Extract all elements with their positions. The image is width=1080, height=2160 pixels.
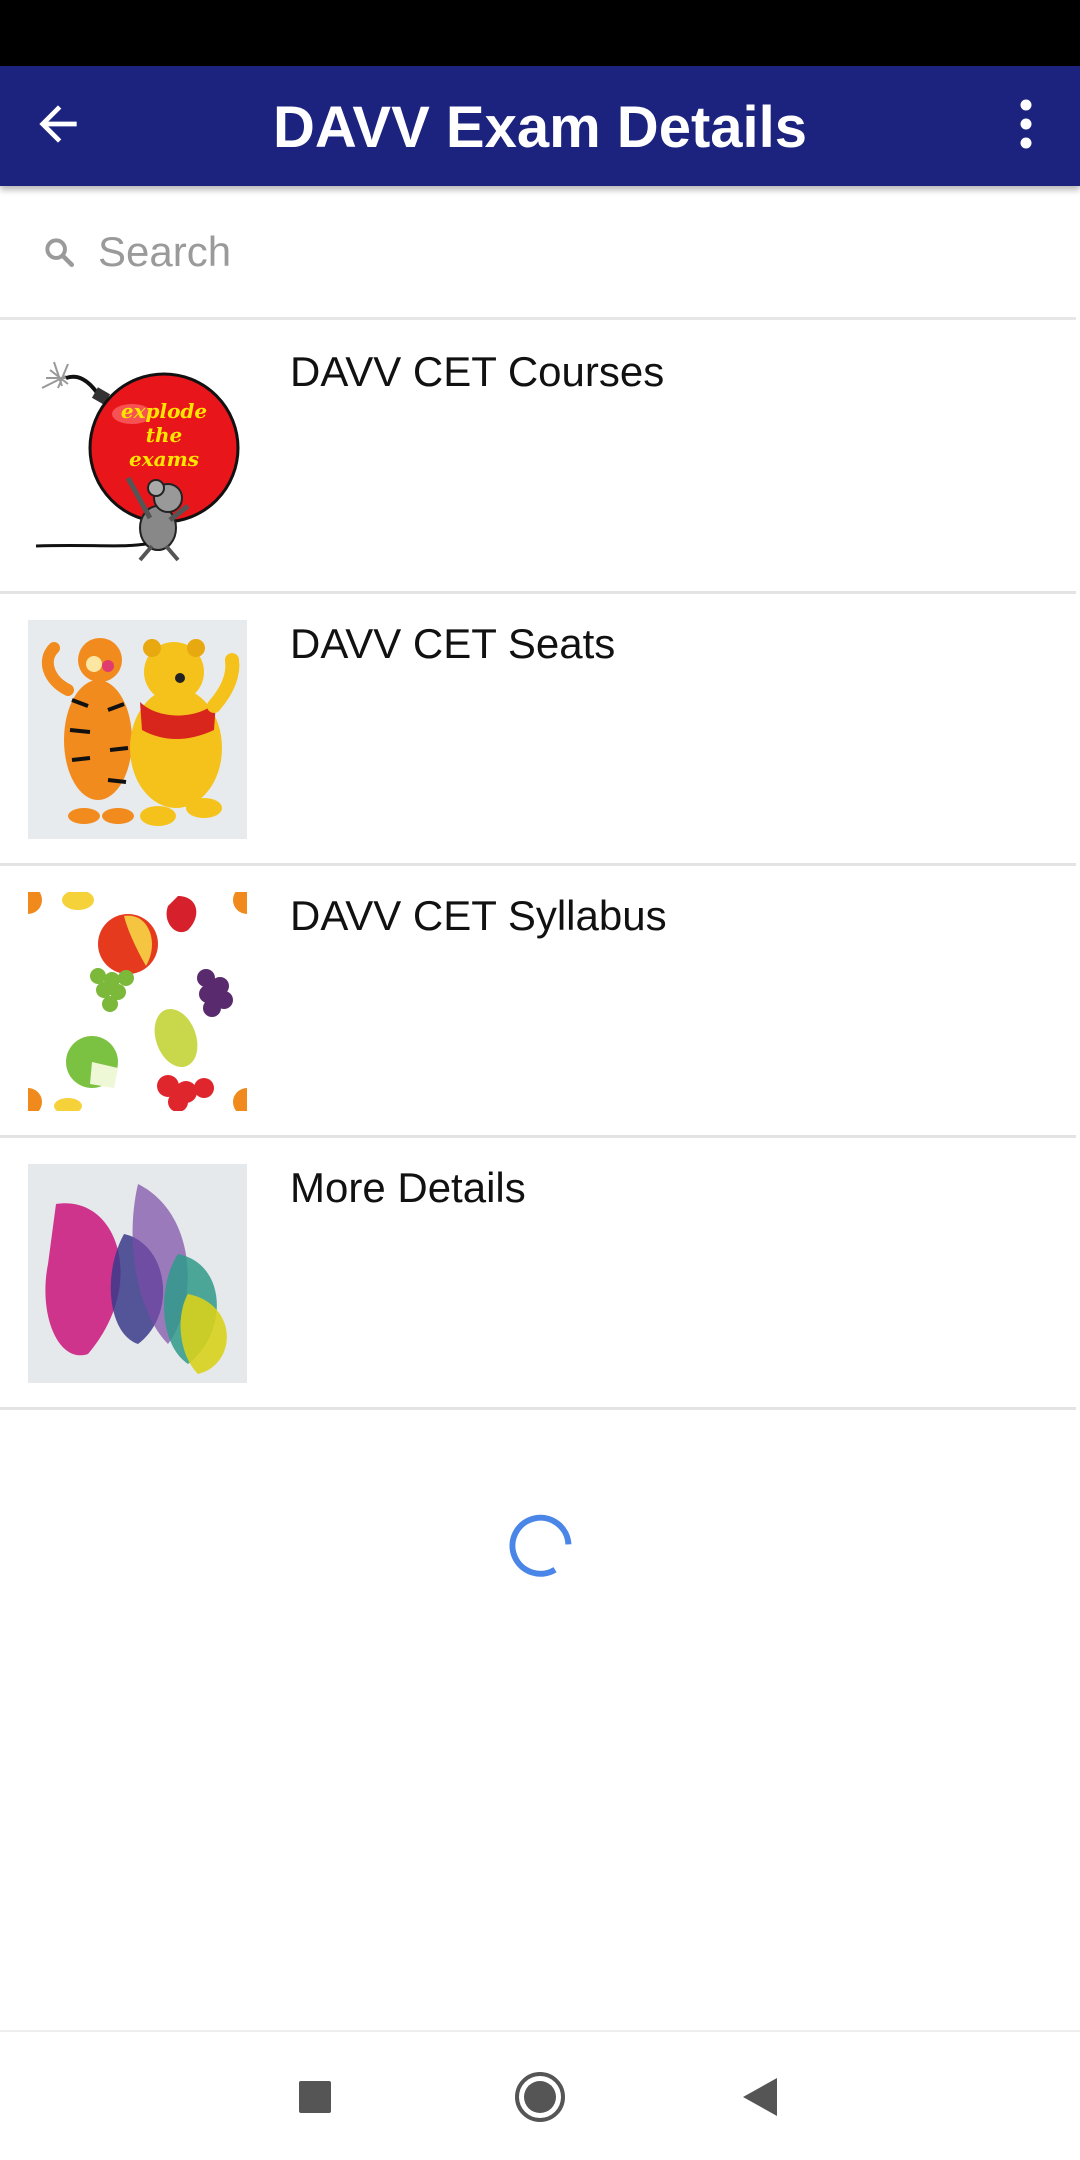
back-button[interactable] xyxy=(24,92,92,160)
list-item[interactable]: More Details xyxy=(0,1138,1076,1410)
tigger-and-pooh-image xyxy=(28,620,247,839)
recents-button[interactable] xyxy=(280,2064,350,2134)
item-label: DAVV CET Syllabus xyxy=(290,892,667,939)
arrow-left-icon xyxy=(30,96,86,157)
page-title: DAVV Exam Details xyxy=(272,95,808,160)
more-vert-icon xyxy=(1016,96,1036,157)
item-label: More Details xyxy=(290,1164,526,1211)
petal-logo-image xyxy=(28,1164,247,1383)
search-icon xyxy=(42,234,78,270)
thumbnail-text: the xyxy=(146,423,183,447)
menu-list: explode the exams DAVV CET Courses DAVV … xyxy=(0,322,1076,1410)
triangle-back-icon xyxy=(741,2076,779,2123)
thumbnail-text: explode xyxy=(121,399,207,423)
item-label: DAVV CET Seats xyxy=(290,620,616,667)
loading-spinner xyxy=(504,1508,576,1580)
fruits-image xyxy=(28,892,247,1111)
square-icon xyxy=(298,2080,332,2119)
list-item[interactable]: DAVV CET Syllabus xyxy=(0,866,1076,1138)
circle-icon xyxy=(513,2070,567,2129)
list-item[interactable]: explode the exams DAVV CET Courses xyxy=(0,322,1076,594)
item-label: DAVV CET Courses xyxy=(290,348,665,395)
search-input[interactable] xyxy=(98,227,958,276)
thumbnail-text: exams xyxy=(129,447,199,471)
overflow-menu-button[interactable] xyxy=(1002,92,1050,160)
nav-back-button[interactable] xyxy=(725,2064,795,2134)
explode-the-exams-image: explode the exams xyxy=(28,348,247,567)
list-item[interactable]: DAVV CET Seats xyxy=(0,594,1076,866)
home-button[interactable] xyxy=(505,2064,575,2134)
status-bar xyxy=(0,0,1080,66)
system-nav-bar xyxy=(0,2030,1080,2160)
search-bar xyxy=(0,186,1076,320)
app-bar: DAVV Exam Details xyxy=(0,66,1080,186)
